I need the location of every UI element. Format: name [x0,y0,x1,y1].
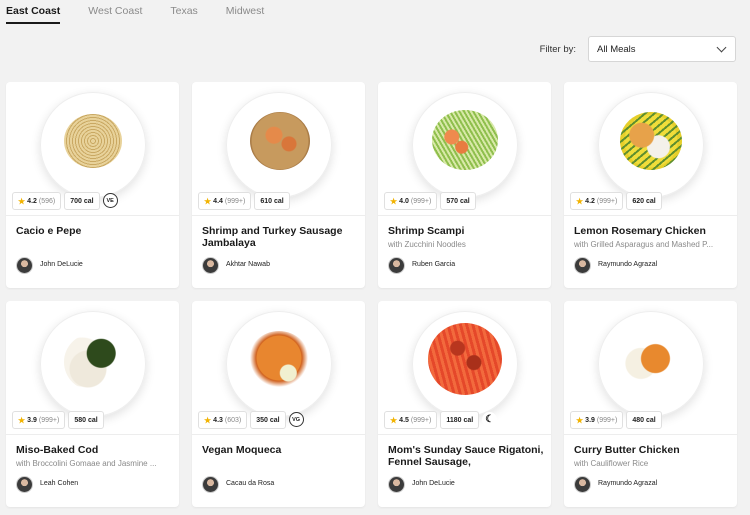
chef-name: Raymundo Agrazal [598,480,658,488]
chef-info: John DeLucie [16,257,100,274]
meal-title[interactable]: Vegan Moqueca [202,444,360,456]
chef-info: Cacau da Rosa [202,476,286,493]
meal-title[interactable]: Shrimp Scampi [388,225,546,237]
chevron-down-icon [716,42,727,52]
calorie-badge: 1180 cal [440,411,480,429]
meal-title[interactable]: Shrimp and Turkey Sausage Jambalaya [202,225,360,249]
rating-badge: ★ 3.9 (999+) [570,411,624,429]
chef-avatar [16,257,33,274]
chef-name: Leah Cohen [40,480,79,488]
rating-badge: ★ 3.9 (999+) [12,411,66,429]
tab-texas[interactable]: Texas [170,0,197,24]
meal-card[interactable]: ★ 4.5 (999+) 1180 cal ☾ Mom's Sunday Sauce… [378,301,551,507]
chef-name: Cacau da Rosa [226,480,275,488]
calorie-badge: 350 cal [250,411,286,429]
rating-badge: ★ 4.5 (999+) [384,411,438,429]
meal-card[interactable]: ★ 4.4 (999+) 610 cal Shrimp and Turkey Sau… [192,82,365,288]
chef-info: John DeLucie [388,476,472,493]
meal-card[interactable]: ★ 4.3 (603) 350 cal VG Vegan Moqueca Cacau… [192,301,365,507]
star-icon: ★ [390,196,398,206]
star-icon: ★ [576,415,584,425]
chef-name: Ruben Garcia [412,261,456,269]
meal-filter-select[interactable]: All Meals [588,36,736,62]
chef-name: John DeLucie [40,261,83,269]
meal-title[interactable]: Curry Butter Chicken [574,444,732,456]
rating-badge: ★ 4.2 (596) [12,192,62,210]
meal-title[interactable]: Miso-Baked Cod [16,444,174,456]
chef-name: Raymundo Agrazal [598,261,658,269]
chef-avatar [574,476,591,493]
meal-subtitle: with Cauliflower Rice [574,459,649,468]
tab-east-coast[interactable]: East Coast [6,0,61,24]
star-icon: ★ [18,415,26,425]
meal-card[interactable]: ★ 4.0 (999+) 570 cal Shrimp Scampi with Zu… [378,82,551,288]
calorie-badge: 700 cal [64,192,100,210]
tab-west-coast[interactable]: West Coast [88,0,142,24]
calorie-badge: 610 cal [254,192,290,210]
meal-card[interactable]: ★ 3.9 (999+) 480 cal Curry Butter Chicken … [564,301,737,507]
chef-avatar [388,257,405,274]
meal-subtitle: with Zucchini Noodles [388,240,466,249]
chef-avatar [388,476,405,493]
star-icon: ★ [204,196,212,206]
calorie-badge: 580 cal [68,411,104,429]
chef-info: Raymundo Agrazal [574,257,658,274]
meal-subtitle: with Grilled Asparagus and Mashed P... [574,240,714,249]
rating-badge: ★ 4.0 (999+) [384,192,438,210]
rating-badge: ★ 4.2 (999+) [570,192,624,210]
chef-info: Akhtar Nawab [202,257,286,274]
meal-title[interactable]: Mom's Sunday Sauce Rigatoni, Fennel Saus… [388,444,546,468]
tab-midwest[interactable]: Midwest [226,0,265,24]
moon-icon: ☾ [482,412,498,427]
meal-title[interactable]: Lemon Rosemary Chicken [574,225,732,237]
chef-avatar [202,476,219,493]
chef-avatar [16,476,33,493]
filter-bar: Filter by: All Meals [540,36,736,62]
chef-info: Raymundo Agrazal [574,476,658,493]
region-tabs: East Coast West Coast Texas Midwest [0,0,292,24]
meal-filter-value: All Meals [597,43,636,55]
vegan-icon: VG [288,412,304,427]
chef-name: John DeLucie [412,480,455,488]
chef-info: Ruben Garcia [388,257,472,274]
meal-card[interactable]: ★ 4.2 (596) 700 cal VE Cacio e Pepe John D… [6,82,179,288]
meal-title[interactable]: Cacio e Pepe [16,225,174,237]
calorie-badge: 620 cal [626,192,662,210]
chef-name: Akhtar Nawab [226,261,270,269]
rating-badge: ★ 4.4 (999+) [198,192,252,210]
filter-label: Filter by: [539,43,576,55]
meal-card[interactable]: ★ 4.2 (999+) 620 cal Lemon Rosemary Chicke… [564,82,737,288]
meal-subtitle: with Broccolini Gomaae and Jasmine ... [16,459,157,468]
star-icon: ★ [576,196,584,206]
star-icon: ★ [204,415,212,425]
rating-badge: ★ 4.3 (603) [198,411,248,429]
star-icon: ★ [18,196,26,206]
star-icon: ★ [390,415,398,425]
calorie-badge: 480 cal [626,411,662,429]
chef-info: Leah Cohen [16,476,100,493]
vegetarian-icon: VE [102,193,118,208]
chef-avatar [202,257,219,274]
calorie-badge: 570 cal [440,192,476,210]
chef-avatar [574,257,591,274]
meal-card[interactable]: ★ 3.9 (999+) 580 cal Miso-Baked Cod with B… [6,301,179,507]
